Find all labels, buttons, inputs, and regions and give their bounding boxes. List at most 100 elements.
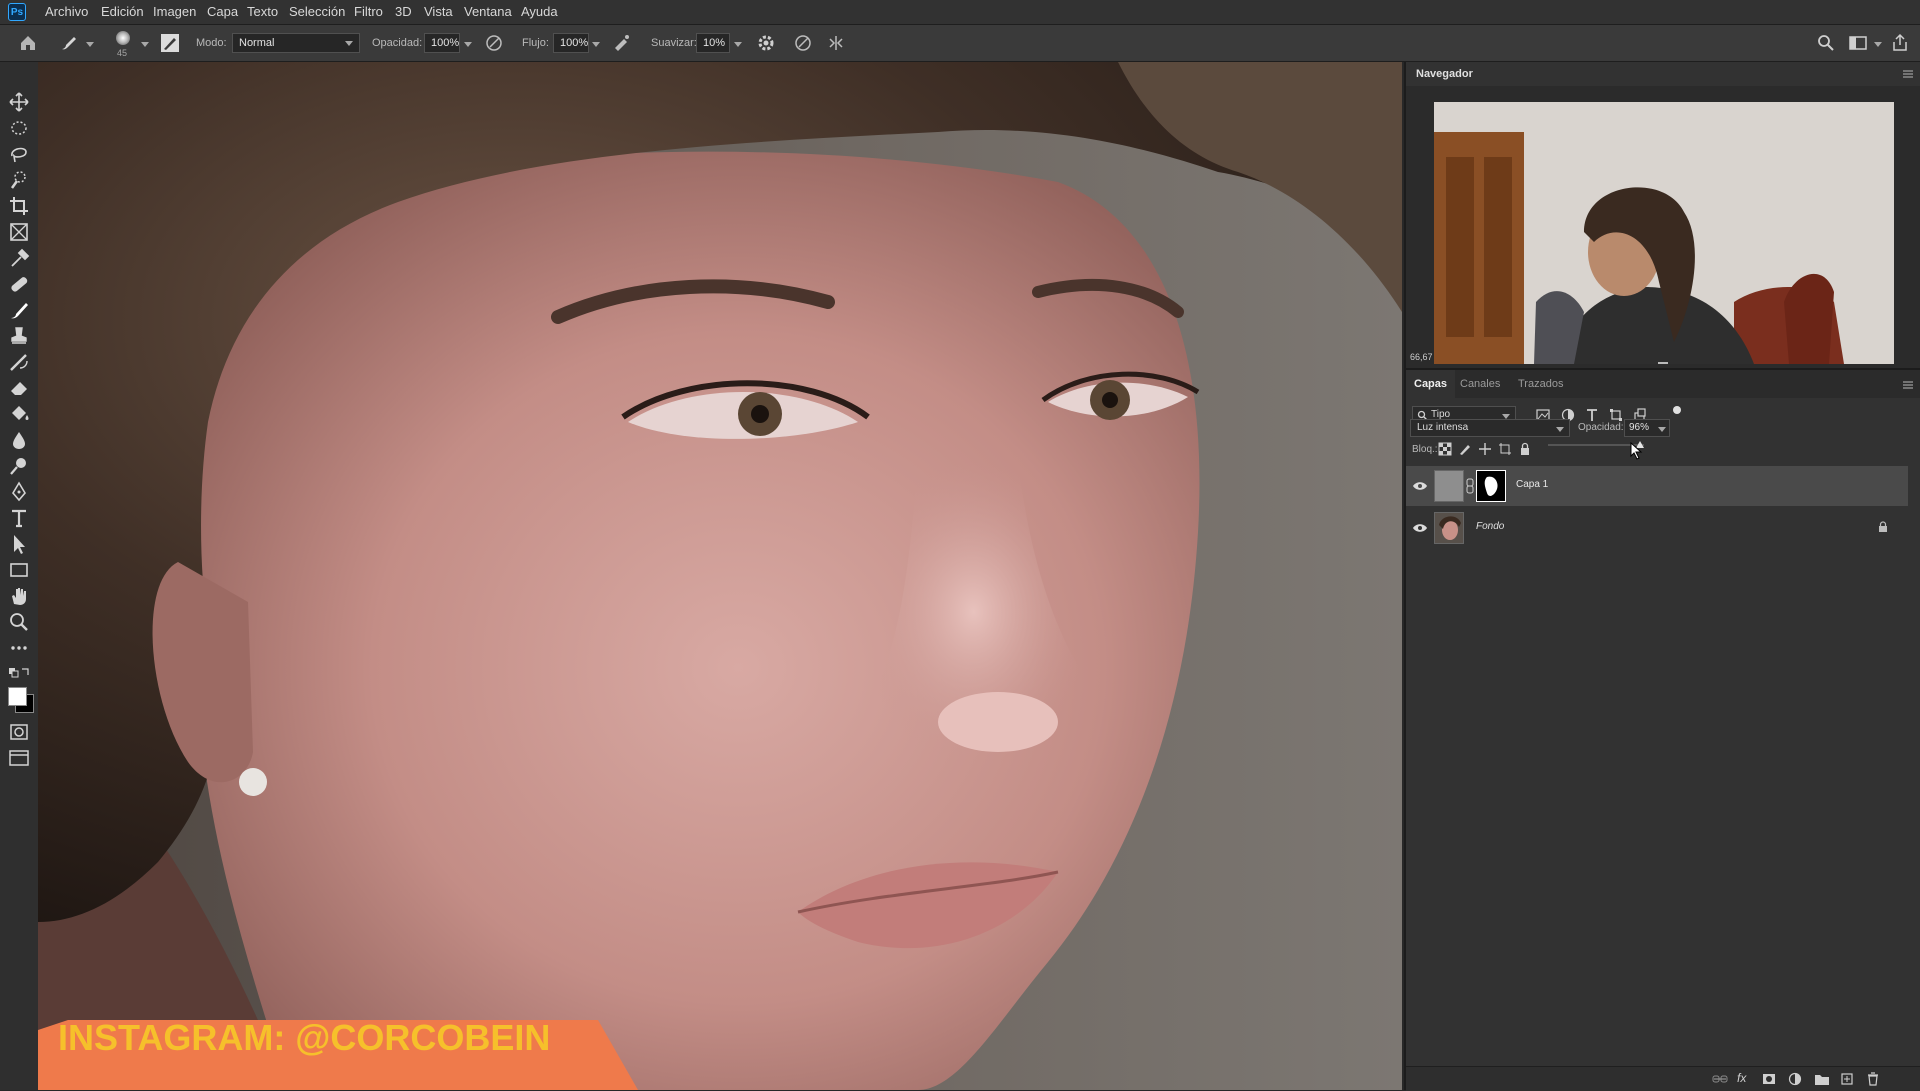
- brush-tool-preset-icon[interactable]: [58, 33, 80, 53]
- more-tools-icon[interactable]: [6, 636, 32, 660]
- brush-tip-icon[interactable]: [116, 31, 130, 45]
- brush-settings-panel-icon[interactable]: [160, 33, 180, 53]
- panel-menu-icon[interactable]: [1902, 69, 1914, 79]
- airbrush-icon[interactable]: [612, 33, 632, 53]
- foreground-color-swatch[interactable]: [8, 687, 27, 706]
- lock-artboard-icon[interactable]: [1498, 442, 1512, 456]
- eyedropper-icon[interactable]: [6, 246, 32, 270]
- lock-transparent-pixels-icon[interactable]: [1438, 442, 1452, 456]
- rectangle-tool-icon[interactable]: [6, 558, 32, 582]
- panel-menu-icon[interactable]: [1902, 380, 1914, 390]
- menu-3d[interactable]: 3D: [395, 4, 412, 19]
- symmetry-icon[interactable]: [826, 33, 846, 53]
- dodge-icon[interactable]: [6, 454, 32, 478]
- layer-thumbnail[interactable]: [1434, 470, 1464, 502]
- chevron-down-icon[interactable]: [592, 42, 600, 47]
- frame-icon[interactable]: [6, 220, 32, 244]
- eye-visibility-icon[interactable]: [1412, 480, 1428, 492]
- quick-selection-icon[interactable]: [6, 168, 32, 192]
- crop-icon[interactable]: [6, 194, 32, 218]
- home-icon[interactable]: [18, 33, 38, 53]
- hand-tool-icon[interactable]: [6, 584, 32, 608]
- menu-archivo[interactable]: Archivo: [45, 4, 88, 19]
- menu-capa[interactable]: Capa: [207, 4, 238, 19]
- flow-value: 100%: [560, 37, 589, 49]
- layers-panel: Tipo Luz intensa Opacidad: 96% Bloq.: Ca…: [1406, 398, 1920, 1091]
- screen-mode-icon[interactable]: [6, 746, 32, 770]
- search-icon[interactable]: [1816, 33, 1836, 53]
- menu-vista[interactable]: Vista: [424, 4, 453, 19]
- filter-shape-icon[interactable]: [1609, 408, 1623, 422]
- filter-toggle-icon[interactable]: [1673, 406, 1681, 414]
- eraser-icon[interactable]: [6, 376, 32, 400]
- tab-canales[interactable]: Canales: [1452, 370, 1508, 398]
- navigator-preview[interactable]: [1434, 102, 1894, 364]
- flow-field[interactable]: 100%: [553, 33, 589, 53]
- fx-icon[interactable]: fx: [1737, 1071, 1746, 1085]
- lock-all-icon[interactable]: [1518, 442, 1532, 456]
- layer-row-fondo[interactable]: Fondo: [1406, 508, 1908, 548]
- mode-select[interactable]: Normal: [232, 33, 360, 53]
- clone-stamp-icon[interactable]: [6, 324, 32, 348]
- gear-icon[interactable]: [756, 33, 776, 53]
- tab-trazados[interactable]: Trazados: [1510, 370, 1571, 398]
- navigator-zoom[interactable]: 66,67: [1410, 352, 1433, 362]
- opacity-field[interactable]: 100%: [424, 33, 460, 53]
- default-colors-icon[interactable]: [6, 666, 32, 680]
- menu-edicion[interactable]: Edición: [101, 4, 144, 19]
- blend-mode-select[interactable]: Luz intensa: [1410, 419, 1570, 437]
- chevron-down-icon[interactable]: [734, 42, 742, 47]
- menu-ventana[interactable]: Ventana: [464, 4, 512, 19]
- brush-tool-icon[interactable]: [6, 298, 32, 322]
- filter-type-icon[interactable]: [1585, 408, 1599, 422]
- link-chain-icon[interactable]: [1466, 478, 1474, 494]
- blur-icon[interactable]: [6, 428, 32, 452]
- type-tool-icon[interactable]: [6, 506, 32, 530]
- add-mask-icon[interactable]: [1762, 1072, 1776, 1086]
- trash-icon[interactable]: [1866, 1072, 1880, 1086]
- new-layer-icon[interactable]: [1840, 1072, 1854, 1086]
- chevron-down-icon[interactable]: [464, 42, 472, 47]
- workspace-icon[interactable]: [1848, 33, 1868, 53]
- zoom-tool-icon[interactable]: [6, 610, 32, 634]
- lasso-icon[interactable]: [6, 142, 32, 166]
- eye-visibility-icon[interactable]: [1412, 522, 1428, 534]
- tools-panel: [0, 62, 38, 1090]
- layer-row-capa-1[interactable]: Capa 1: [1406, 466, 1908, 506]
- menu-imagen[interactable]: Imagen: [153, 4, 196, 19]
- paint-bucket-icon[interactable]: [6, 402, 32, 426]
- lock-image-pixels-icon[interactable]: [1458, 442, 1472, 456]
- share-icon[interactable]: [1890, 33, 1910, 53]
- tab-capas[interactable]: Capas: [1406, 370, 1456, 398]
- options-bar: 45 Modo: Normal Opacidad: 100% Flujo: 10…: [0, 24, 1920, 62]
- layer-thumbnail[interactable]: [1434, 512, 1464, 544]
- smoothing-field[interactable]: 10%: [696, 33, 730, 53]
- pressure-size-icon[interactable]: [793, 33, 813, 53]
- lock-position-icon[interactable]: [1478, 442, 1492, 456]
- move-tool-icon[interactable]: [6, 90, 32, 114]
- navigator-title: Navegador: [1416, 68, 1473, 80]
- quick-mask-icon[interactable]: [6, 720, 32, 744]
- pressure-opacity-icon[interactable]: [484, 33, 504, 53]
- chevron-down-icon[interactable]: [1874, 42, 1882, 47]
- menu-texto[interactable]: Texto: [247, 4, 278, 19]
- history-brush-icon[interactable]: [6, 350, 32, 374]
- menu-filtro[interactable]: Filtro: [354, 4, 383, 19]
- layer-name[interactable]: Capa 1: [1516, 479, 1548, 490]
- layer-opacity-field[interactable]: 96%: [1624, 419, 1670, 437]
- path-selection-icon[interactable]: [6, 532, 32, 556]
- chevron-down-icon[interactable]: [86, 42, 94, 47]
- pen-icon[interactable]: [6, 480, 32, 504]
- link-layers-icon[interactable]: [1712, 1073, 1728, 1085]
- menu-seleccion[interactable]: Selección: [289, 4, 345, 19]
- layer-mask-thumbnail[interactable]: [1476, 470, 1506, 502]
- healing-brush-icon[interactable]: [6, 272, 32, 296]
- layer-name[interactable]: Fondo: [1476, 521, 1504, 532]
- elliptical-marquee-icon[interactable]: [6, 116, 32, 140]
- document-canvas[interactable]: INSTAGRAM: @CORCOBEIN: [38, 62, 1402, 1090]
- folder-icon[interactable]: [1814, 1072, 1830, 1086]
- adjustment-layer-icon[interactable]: [1788, 1072, 1802, 1086]
- menu-ayuda[interactable]: Ayuda: [521, 4, 558, 19]
- chevron-down-icon[interactable]: [141, 42, 149, 47]
- navigator-slider-handle[interactable]: [1658, 362, 1668, 364]
